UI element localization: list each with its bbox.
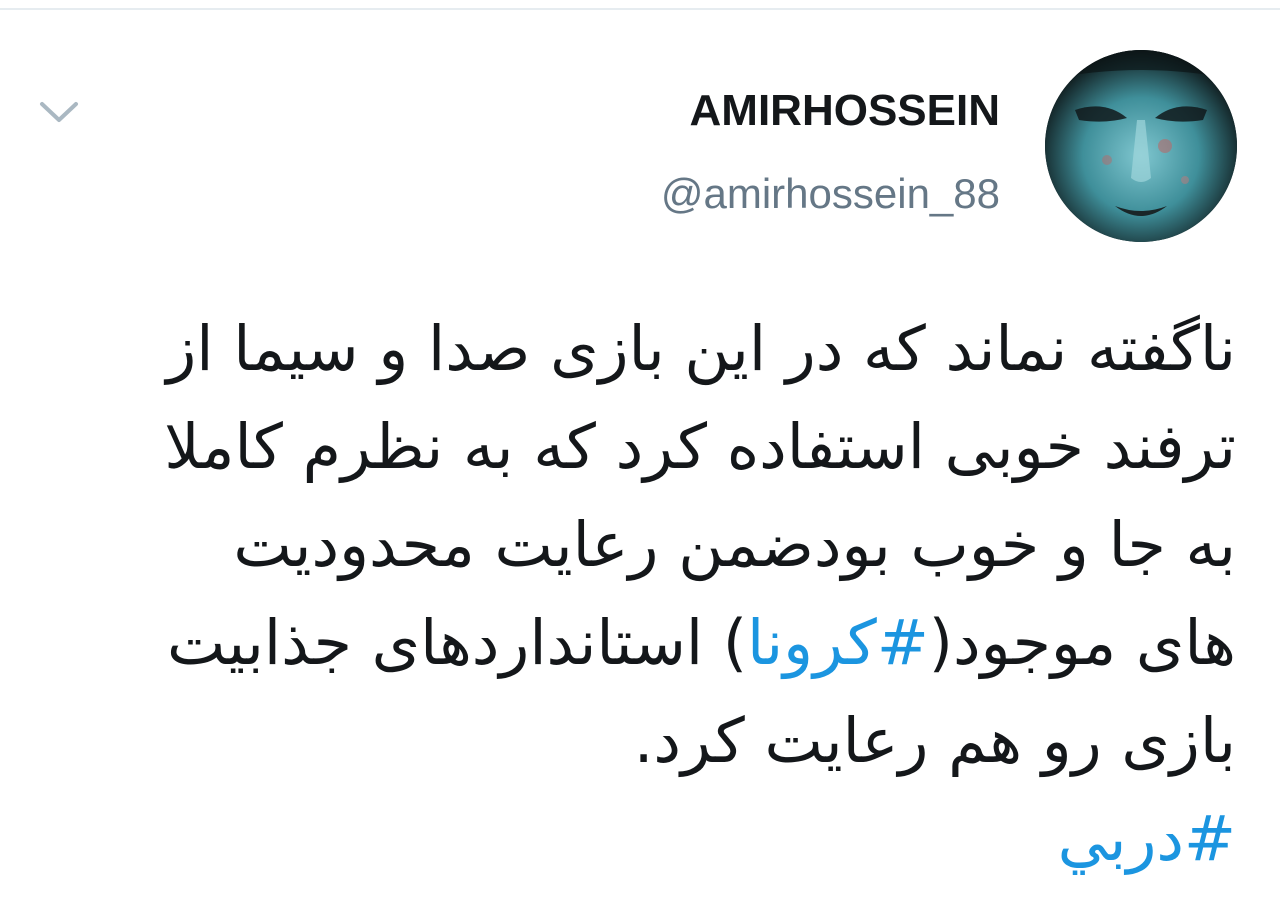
tweet-text-line: #دربي	[26, 790, 1236, 888]
tweet-text-line: بازی رو هم رعایت کرد.	[633, 704, 1236, 777]
tweet-card: AMIRHOSSEIN @amirhossein_88 ناگفته نماند…	[0, 10, 1280, 914]
tweet-text-line: ناگفته نماند که در این بازی صدا و سیما ا…	[166, 312, 1236, 385]
tweet-text-segment: های موجود(	[928, 606, 1236, 679]
author-handle[interactable]: @amirhossein_88	[661, 170, 1000, 218]
avatar-image	[1045, 50, 1237, 242]
chevron-down-icon	[40, 102, 78, 122]
tweet-text: ناگفته نماند که در این بازی صدا و سیما ا…	[26, 300, 1236, 888]
avatar[interactable]	[1045, 50, 1237, 242]
tweet-text-line: های موجود(#کرونا) استانداردهای جذابیت	[26, 594, 1236, 692]
tweet-text-line: ترفند خوبی استفاده کرد که به نظرم کاملا	[164, 410, 1236, 483]
tweet-text-line: به جا و خوب بودضمن رعایت محدودیت	[233, 508, 1236, 581]
hashtag-link[interactable]: #کرونا	[747, 606, 929, 679]
tweet-text-segment: ) استانداردهای جذابیت	[167, 606, 748, 679]
hashtag-link[interactable]: #دربي	[1058, 802, 1236, 875]
author-display-name[interactable]: AMIRHOSSEIN	[690, 86, 1000, 136]
tweet-menu-button[interactable]	[38, 98, 80, 128]
